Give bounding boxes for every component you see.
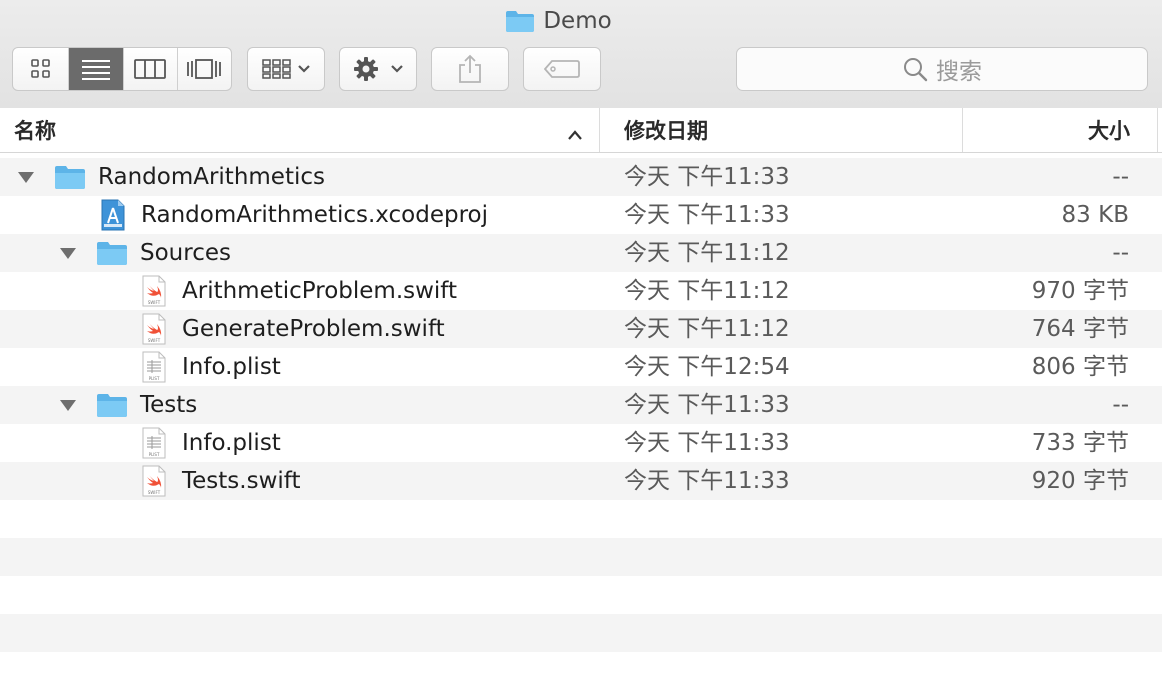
file-name: Tests.swift xyxy=(182,468,301,494)
svg-text:PLIST: PLIST xyxy=(149,376,160,381)
empty-row xyxy=(0,652,1162,690)
list-view-button[interactable] xyxy=(69,48,124,90)
toolbar: Demo 搜索 xyxy=(0,0,1162,109)
swift-file-icon: SWIFT xyxy=(141,462,167,500)
file-size: 806 字节 xyxy=(1031,354,1129,380)
modified-date: 今天 下午11:33 xyxy=(624,202,790,228)
gear-icon xyxy=(354,57,403,81)
modified-date: 今天 下午11:33 xyxy=(624,392,790,418)
file-name: Info.plist xyxy=(182,354,281,380)
folder-row[interactable]: Sources 今天 下午11:12 -- xyxy=(0,234,1162,272)
date-column-header[interactable]: 修改日期 xyxy=(601,108,963,152)
empty-row xyxy=(0,614,1162,652)
plist-file-icon: PLIST xyxy=(141,348,167,386)
arrange-button[interactable] xyxy=(247,47,325,91)
empty-row xyxy=(0,500,1162,538)
sort-ascending-icon xyxy=(567,122,583,146)
file-row[interactable]: PLIST Info.plist 今天 下午11:33 733 字节 xyxy=(0,424,1162,462)
size-column-header[interactable]: 大小 xyxy=(964,108,1158,152)
file-size: -- xyxy=(1112,240,1129,266)
list-view-icon xyxy=(82,60,111,80)
folder-row[interactable]: RandomArithmetics 今天 下午11:33 -- xyxy=(0,158,1162,196)
xcode-project-icon xyxy=(100,196,126,234)
arrange-icon xyxy=(262,59,310,79)
folder-icon xyxy=(54,158,86,196)
file-row[interactable]: SWIFT Tests.swift 今天 下午11:33 920 字节 xyxy=(0,462,1162,500)
file-size: 83 KB xyxy=(1061,202,1129,228)
folder-row[interactable]: Tests 今天 下午11:33 -- xyxy=(0,386,1162,424)
folder-icon xyxy=(96,234,128,272)
file-name: Info.plist xyxy=(182,430,281,456)
window-title: Demo xyxy=(0,6,1162,36)
disclosure-triangle-icon[interactable] xyxy=(59,234,77,272)
icon-view-button[interactable] xyxy=(13,48,70,90)
file-size: -- xyxy=(1112,392,1129,418)
search-field[interactable]: 搜索 xyxy=(736,47,1148,91)
size-column-label: 大小 xyxy=(1088,119,1130,143)
plist-file-icon: PLIST xyxy=(141,424,167,462)
modified-date: 今天 下午11:33 xyxy=(624,468,790,494)
search-icon xyxy=(904,58,928,82)
name-column-header[interactable]: 名称 xyxy=(0,108,600,152)
file-name: GenerateProblem.swift xyxy=(182,316,445,342)
column-view-icon xyxy=(134,59,167,79)
modified-date: 今天 下午12:54 xyxy=(624,354,790,380)
column-view-button[interactable] xyxy=(124,48,178,90)
tag-icon xyxy=(544,60,580,78)
file-size: 970 字节 xyxy=(1031,278,1129,304)
file-list: RandomArithmetics 今天 下午11:33 -- RandomArith… xyxy=(0,158,1162,690)
view-mode-control xyxy=(12,47,232,91)
file-row[interactable]: SWIFT ArithmeticProblem.swift 今天 下午11:12 97… xyxy=(0,272,1162,310)
icon-view-icon xyxy=(30,59,50,78)
empty-row xyxy=(0,576,1162,614)
modified-date: 今天 下午11:12 xyxy=(624,240,790,266)
action-button[interactable] xyxy=(339,47,417,91)
cover-flow-icon xyxy=(187,59,222,79)
file-size: -- xyxy=(1112,164,1129,190)
file-row[interactable]: SWIFT GenerateProblem.swift 今天 下午11:12 764 … xyxy=(0,310,1162,348)
file-name: ArithmeticProblem.swift xyxy=(182,278,458,304)
file-name: RandomArithmetics xyxy=(98,164,325,190)
share-button[interactable] xyxy=(431,47,509,91)
file-size: 733 字节 xyxy=(1031,430,1129,456)
name-column-label: 名称 xyxy=(14,119,56,143)
folder-icon xyxy=(505,9,535,33)
swift-file-icon: SWIFT xyxy=(141,272,167,310)
file-name: Sources xyxy=(140,240,231,266)
file-name: RandomArithmetics.xcodeproj xyxy=(141,202,488,228)
file-row[interactable]: RandomArithmetics.xcodeproj 今天 下午11:33 83 … xyxy=(0,196,1162,234)
svg-text:PLIST: PLIST xyxy=(149,452,160,457)
svg-text:SWIFT: SWIFT xyxy=(148,490,161,495)
tags-button[interactable] xyxy=(523,47,601,91)
empty-row xyxy=(0,538,1162,576)
file-size: 764 字节 xyxy=(1031,316,1129,342)
file-size: 920 字节 xyxy=(1031,468,1129,494)
svg-text:SWIFT: SWIFT xyxy=(148,300,161,305)
file-name: Tests xyxy=(140,392,198,418)
cover-flow-button[interactable] xyxy=(178,48,232,90)
modified-date: 今天 下午11:12 xyxy=(624,316,790,342)
modified-date: 今天 下午11:33 xyxy=(624,164,790,190)
column-header: 名称 修改日期 大小 xyxy=(0,108,1162,153)
file-row[interactable]: PLIST Info.plist 今天 下午12:54 806 字节 xyxy=(0,348,1162,386)
disclosure-triangle-icon[interactable] xyxy=(17,158,35,196)
search-placeholder: 搜索 xyxy=(936,59,982,85)
window-title-text: Demo xyxy=(543,8,612,34)
disclosure-triangle-icon[interactable] xyxy=(59,386,77,424)
swift-file-icon: SWIFT xyxy=(141,310,167,348)
modified-date: 今天 下午11:33 xyxy=(624,430,790,456)
folder-icon xyxy=(96,386,128,424)
date-column-label: 修改日期 xyxy=(624,119,708,143)
svg-text:SWIFT: SWIFT xyxy=(148,338,161,343)
modified-date: 今天 下午11:12 xyxy=(624,278,790,304)
share-icon xyxy=(459,54,481,83)
